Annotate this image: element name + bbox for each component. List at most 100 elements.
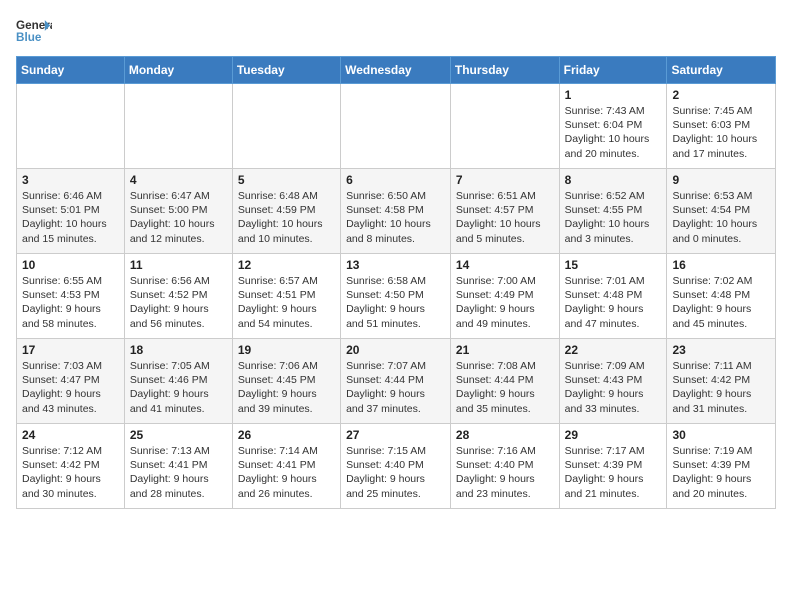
day-info: Sunrise: 6:56 AM Sunset: 4:52 PM Dayligh… bbox=[130, 274, 227, 331]
day-number: 1 bbox=[565, 88, 662, 102]
calendar-cell: 18 Sunrise: 7:05 AM Sunset: 4:46 PM Dayli… bbox=[124, 339, 232, 424]
day-info: Sunrise: 6:47 AM Sunset: 5:00 PM Dayligh… bbox=[130, 189, 227, 246]
day-number: 16 bbox=[672, 258, 770, 272]
day-info: Sunrise: 7:02 AM Sunset: 4:48 PM Dayligh… bbox=[672, 274, 770, 331]
day-info: Sunrise: 7:03 AM Sunset: 4:47 PM Dayligh… bbox=[22, 359, 119, 416]
calendar-cell: 20 Sunrise: 7:07 AM Sunset: 4:44 PM Dayli… bbox=[341, 339, 451, 424]
day-info: Sunrise: 7:09 AM Sunset: 4:43 PM Dayligh… bbox=[565, 359, 662, 416]
day-number: 29 bbox=[565, 428, 662, 442]
calendar-cell: 1 Sunrise: 7:43 AM Sunset: 6:04 PM Daylig… bbox=[559, 84, 667, 169]
day-info: Sunrise: 7:12 AM Sunset: 4:42 PM Dayligh… bbox=[22, 444, 119, 501]
day-info: Sunrise: 7:08 AM Sunset: 4:44 PM Dayligh… bbox=[456, 359, 554, 416]
day-info: Sunrise: 7:17 AM Sunset: 4:39 PM Dayligh… bbox=[565, 444, 662, 501]
day-info: Sunrise: 7:15 AM Sunset: 4:40 PM Dayligh… bbox=[346, 444, 445, 501]
weekday-header-thursday: Thursday bbox=[450, 57, 559, 84]
calendar-cell: 15 Sunrise: 7:01 AM Sunset: 4:48 PM Dayli… bbox=[559, 254, 667, 339]
week-row-4: 17 Sunrise: 7:03 AM Sunset: 4:47 PM Dayli… bbox=[17, 339, 776, 424]
day-number: 14 bbox=[456, 258, 554, 272]
weekday-header-friday: Friday bbox=[559, 57, 667, 84]
weekday-header-sunday: Sunday bbox=[17, 57, 125, 84]
week-row-1: 1 Sunrise: 7:43 AM Sunset: 6:04 PM Daylig… bbox=[17, 84, 776, 169]
day-number: 30 bbox=[672, 428, 770, 442]
day-number: 13 bbox=[346, 258, 445, 272]
week-row-5: 24 Sunrise: 7:12 AM Sunset: 4:42 PM Dayli… bbox=[17, 424, 776, 509]
day-number: 9 bbox=[672, 173, 770, 187]
day-info: Sunrise: 7:16 AM Sunset: 4:40 PM Dayligh… bbox=[456, 444, 554, 501]
day-info: Sunrise: 7:11 AM Sunset: 4:42 PM Dayligh… bbox=[672, 359, 770, 416]
calendar-cell: 23 Sunrise: 7:11 AM Sunset: 4:42 PM Dayli… bbox=[667, 339, 776, 424]
day-number: 25 bbox=[130, 428, 227, 442]
calendar-cell: 7 Sunrise: 6:51 AM Sunset: 4:57 PM Daylig… bbox=[450, 169, 559, 254]
day-number: 2 bbox=[672, 88, 770, 102]
day-number: 22 bbox=[565, 343, 662, 357]
calendar-cell: 26 Sunrise: 7:14 AM Sunset: 4:41 PM Dayli… bbox=[232, 424, 340, 509]
calendar-cell: 12Sunrise: 6:57 AM Sunset: 4:51 PM Dayli… bbox=[232, 254, 340, 339]
day-info: Sunrise: 7:45 AM Sunset: 6:03 PM Dayligh… bbox=[672, 104, 770, 161]
svg-text:Blue: Blue bbox=[16, 31, 42, 44]
day-info: Sunrise: 7:05 AM Sunset: 4:46 PM Dayligh… bbox=[130, 359, 227, 416]
calendar-cell: 29 Sunrise: 7:17 AM Sunset: 4:39 PM Dayli… bbox=[559, 424, 667, 509]
calendar-cell: 19Sunrise: 7:06 AM Sunset: 4:45 PM Dayli… bbox=[232, 339, 340, 424]
calendar-cell: 28 Sunrise: 7:16 AM Sunset: 4:40 PM Dayli… bbox=[450, 424, 559, 509]
calendar-cell: 14 Sunrise: 7:00 AM Sunset: 4:49 PM Dayli… bbox=[450, 254, 559, 339]
day-number: 26 bbox=[238, 428, 335, 442]
day-number: 28 bbox=[456, 428, 554, 442]
day-number: 11 bbox=[130, 258, 227, 272]
weekday-header-row: SundayMondayTuesdayWednesdayThursdayFrid… bbox=[17, 57, 776, 84]
calendar-cell bbox=[232, 84, 340, 169]
day-info: Sunrise: 7:43 AM Sunset: 6:04 PM Dayligh… bbox=[565, 104, 662, 161]
week-row-2: 3 Sunrise: 6:46 AM Sunset: 5:01 PM Daylig… bbox=[17, 169, 776, 254]
day-number: 19 bbox=[238, 343, 335, 357]
day-info: Sunrise: 6:48 AM Sunset: 4:59 PM Dayligh… bbox=[238, 189, 335, 246]
calendar-cell: 22 Sunrise: 7:09 AM Sunset: 4:43 PM Dayli… bbox=[559, 339, 667, 424]
week-row-3: 10Sunrise: 6:55 AM Sunset: 4:53 PM Dayli… bbox=[17, 254, 776, 339]
calendar-cell: 6Sunrise: 6:50 AM Sunset: 4:58 PM Daylig… bbox=[341, 169, 451, 254]
day-number: 4 bbox=[130, 173, 227, 187]
day-number: 5 bbox=[238, 173, 335, 187]
calendar-cell: 9 Sunrise: 6:53 AM Sunset: 4:54 PM Daylig… bbox=[667, 169, 776, 254]
day-number: 7 bbox=[456, 173, 554, 187]
day-number: 18 bbox=[130, 343, 227, 357]
calendar-cell: 30 Sunrise: 7:19 AM Sunset: 4:39 PM Dayli… bbox=[667, 424, 776, 509]
calendar-cell bbox=[124, 84, 232, 169]
day-number: 24 bbox=[22, 428, 119, 442]
day-info: Sunrise: 7:13 AM Sunset: 4:41 PM Dayligh… bbox=[130, 444, 227, 501]
calendar-cell: 4 Sunrise: 6:47 AM Sunset: 5:00 PM Daylig… bbox=[124, 169, 232, 254]
day-info: Sunrise: 6:57 AM Sunset: 4:51 PM Dayligh… bbox=[238, 274, 335, 331]
calendar-cell: 21 Sunrise: 7:08 AM Sunset: 4:44 PM Dayli… bbox=[450, 339, 559, 424]
day-number: 20 bbox=[346, 343, 445, 357]
calendar-cell: 25 Sunrise: 7:13 AM Sunset: 4:41 PM Dayli… bbox=[124, 424, 232, 509]
calendar-cell bbox=[450, 84, 559, 169]
calendar-cell: 5 Sunrise: 6:48 AM Sunset: 4:59 PM Daylig… bbox=[232, 169, 340, 254]
weekday-header-saturday: Saturday bbox=[667, 57, 776, 84]
calendar-cell bbox=[341, 84, 451, 169]
day-info: Sunrise: 6:53 AM Sunset: 4:54 PM Dayligh… bbox=[672, 189, 770, 246]
day-info: Sunrise: 6:46 AM Sunset: 5:01 PM Dayligh… bbox=[22, 189, 119, 246]
day-number: 10 bbox=[22, 258, 119, 272]
header: General Blue bbox=[16, 16, 776, 44]
calendar-table: SundayMondayTuesdayWednesdayThursdayFrid… bbox=[16, 56, 776, 509]
calendar-cell bbox=[17, 84, 125, 169]
calendar-cell: 27Sunrise: 7:15 AM Sunset: 4:40 PM Dayli… bbox=[341, 424, 451, 509]
day-info: Sunrise: 7:14 AM Sunset: 4:41 PM Dayligh… bbox=[238, 444, 335, 501]
calendar-cell: 13 Sunrise: 6:58 AM Sunset: 4:50 PM Dayli… bbox=[341, 254, 451, 339]
day-info: Sunrise: 7:00 AM Sunset: 4:49 PM Dayligh… bbox=[456, 274, 554, 331]
calendar-cell: 2 Sunrise: 7:45 AM Sunset: 6:03 PM Daylig… bbox=[667, 84, 776, 169]
day-info: Sunrise: 7:07 AM Sunset: 4:44 PM Dayligh… bbox=[346, 359, 445, 416]
day-info: Sunrise: 6:51 AM Sunset: 4:57 PM Dayligh… bbox=[456, 189, 554, 246]
calendar-cell: 3 Sunrise: 6:46 AM Sunset: 5:01 PM Daylig… bbox=[17, 169, 125, 254]
day-number: 15 bbox=[565, 258, 662, 272]
day-number: 3 bbox=[22, 173, 119, 187]
weekday-header-monday: Monday bbox=[124, 57, 232, 84]
calendar-cell: 8Sunrise: 6:52 AM Sunset: 4:55 PM Daylig… bbox=[559, 169, 667, 254]
day-number: 17 bbox=[22, 343, 119, 357]
day-info: Sunrise: 7:01 AM Sunset: 4:48 PM Dayligh… bbox=[565, 274, 662, 331]
calendar-cell: 16 Sunrise: 7:02 AM Sunset: 4:48 PM Dayli… bbox=[667, 254, 776, 339]
calendar-cell: 24 Sunrise: 7:12 AM Sunset: 4:42 PM Dayli… bbox=[17, 424, 125, 509]
day-number: 8 bbox=[565, 173, 662, 187]
day-info: Sunrise: 6:58 AM Sunset: 4:50 PM Dayligh… bbox=[346, 274, 445, 331]
day-info: Sunrise: 7:19 AM Sunset: 4:39 PM Dayligh… bbox=[672, 444, 770, 501]
day-number: 21 bbox=[456, 343, 554, 357]
logo: General Blue bbox=[16, 16, 52, 44]
day-number: 23 bbox=[672, 343, 770, 357]
